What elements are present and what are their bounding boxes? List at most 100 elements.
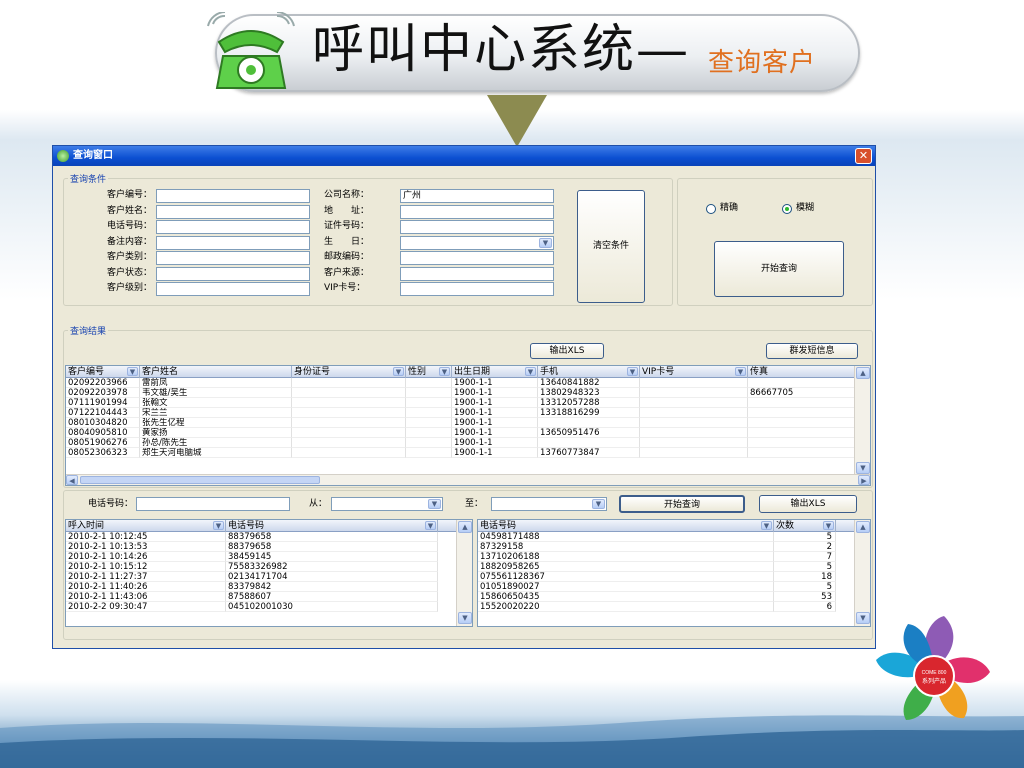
scroll-up-button[interactable]: ▲ [856,521,870,533]
field-input[interactable] [156,282,310,296]
table-cell: 87329158 [478,542,774,552]
field-input[interactable] [156,220,310,234]
results-legend: 查询结果 [68,324,109,337]
radio-exact[interactable] [706,204,716,214]
chevron-down-icon: ▼ [127,367,138,376]
table-cell: 2 [774,542,836,552]
window-app-icon [57,150,69,162]
table-cell: 88379658 [226,542,438,552]
table-cell: 1900-1-1 [452,418,538,428]
vertical-scrollbar[interactable]: ▲ ▼ [854,366,870,475]
column-header[interactable]: 次数 ▼ [774,520,836,532]
table-cell: 18820958265 [478,562,774,572]
column-header[interactable]: VIP卡号 ▼ [640,366,748,378]
export-xls-button[interactable]: 输出XLS [530,343,604,359]
from-label: 从： [308,499,327,509]
field-input[interactable] [400,251,554,265]
call-search-button[interactable]: 开始查询 [619,495,745,513]
table-cell: 孙总/陈先生 [140,438,292,448]
table-cell [406,408,452,418]
start-search-button[interactable]: 开始查询 [714,241,844,297]
field-input[interactable]: 广州 [400,189,554,203]
from-date-select[interactable]: ▼ [331,497,443,511]
incoming-calls-table[interactable]: 呼入时间 ▼ 电话号码 ▼ 2010-2-1 10:12:45 88379658 2010… [65,519,473,627]
page-title: 呼叫中心系统— [312,20,691,80]
to-date-select[interactable]: ▼ [491,497,607,511]
horizontal-scrollbar[interactable]: ◀ ▶ [66,474,870,485]
radio-fuzzy[interactable] [782,204,792,214]
table-cell [640,428,748,438]
customer-table-header: 客户编号 ▼ 客户姓名 身份证号 ▼ 性别 ▼ 出生日期 ▼ 手机 ▼ VIP卡号 ▼ 传真 [66,366,856,378]
table-cell: 83379842 [226,582,438,592]
call-export-xls-button[interactable]: 输出XLS [759,495,857,513]
table-cell: 86667705 [748,388,856,398]
field-label: 公司名称： [324,190,370,200]
column-header[interactable]: 出生日期 ▼ [452,366,538,378]
chevron-down-icon: ▼ [823,521,834,530]
column-header[interactable]: 传真 [748,366,856,378]
chevron-down-icon: ▼ [428,499,441,509]
call-count-table[interactable]: 电话号码 ▼ 次数 ▼ 04598171488 5 87329158 2 1371020618… [477,519,871,627]
field-label: 客户级别： [106,283,152,293]
scroll-down-button[interactable]: ▼ [856,462,870,474]
column-header[interactable]: 性别 ▼ [406,366,452,378]
close-button[interactable]: ✕ [855,148,872,164]
column-header[interactable]: 呼入时间 ▼ [66,520,226,532]
telephone-icon [207,12,295,89]
table-cell [640,408,748,418]
product-logo: COME 800 系列产品 [876,616,990,720]
table-cell [748,428,856,438]
field-input[interactable] [156,266,310,281]
window-titlebar[interactable]: 查询窗口 ✕ [53,146,875,166]
field-input[interactable] [400,220,554,234]
field-input[interactable] [400,266,554,281]
send-sms-button[interactable]: 群发短信息 [766,343,858,359]
chevron-down-icon: ▼ [592,499,605,509]
field-input[interactable] [400,204,554,219]
table-cell [406,388,452,398]
table-cell: 2010-2-2 09:30:47 [66,602,226,612]
field-input[interactable] [400,282,554,296]
table-cell [406,448,452,458]
field-input[interactable] [156,204,310,219]
column-header[interactable]: 客户编号 ▼ [66,366,140,378]
table-cell [538,418,640,428]
phone-filter-input[interactable] [136,497,290,511]
field-input[interactable] [156,189,310,203]
incoming-calls-scrollbar[interactable]: ▲ ▼ [456,520,472,626]
customer-results-table[interactable]: 客户编号 ▼ 客户姓名 身份证号 ▼ 性别 ▼ 出生日期 ▼ 手机 ▼ VIP卡号 ▼ 传真 020922… [65,365,871,486]
table-cell: 02134171704 [226,572,438,582]
table-cell: 雷前凤 [140,378,292,388]
column-header[interactable]: 电话号码 ▼ [478,520,774,532]
table-cell [748,378,856,388]
scroll-right-button[interactable]: ▶ [858,475,870,485]
column-header[interactable]: 手机 ▼ [538,366,640,378]
table-cell [406,378,452,388]
field-label: 备注内容： [106,236,152,247]
field-input[interactable] [156,251,310,265]
scroll-down-button[interactable]: ▼ [856,612,870,624]
table-cell: 13312057288 [538,398,640,408]
table-cell: 02092203978 [66,388,140,398]
column-header[interactable]: 身份证号 ▼ [292,366,406,378]
table-cell: 08040905810 [66,428,140,438]
field-label: 电话号码： [106,221,152,231]
field-input[interactable]: ▼ [400,235,554,250]
scroll-up-button[interactable]: ▲ [458,521,472,533]
table-cell [748,438,856,448]
chevron-down-icon: ▼ [525,367,536,376]
clear-conditions-button[interactable]: 清空条件 [577,190,645,303]
field-input[interactable] [156,235,310,250]
radio-fuzzy-label: 模糊 [796,203,815,213]
table-cell [406,428,452,438]
scroll-left-button[interactable]: ◀ [66,475,78,485]
table-cell [292,398,406,408]
field-label: 客户来源： [324,267,370,278]
column-header[interactable]: 电话号码 ▼ [226,520,438,532]
scroll-down-button[interactable]: ▼ [458,612,472,624]
scroll-up-button[interactable]: ▲ [856,367,870,379]
horizontal-scroll-thumb[interactable] [80,476,320,484]
table-cell: 郑生天河电脑城 [140,448,292,458]
call-count-scrollbar[interactable]: ▲ ▼ [854,520,870,626]
column-header[interactable]: 客户姓名 [140,366,292,378]
